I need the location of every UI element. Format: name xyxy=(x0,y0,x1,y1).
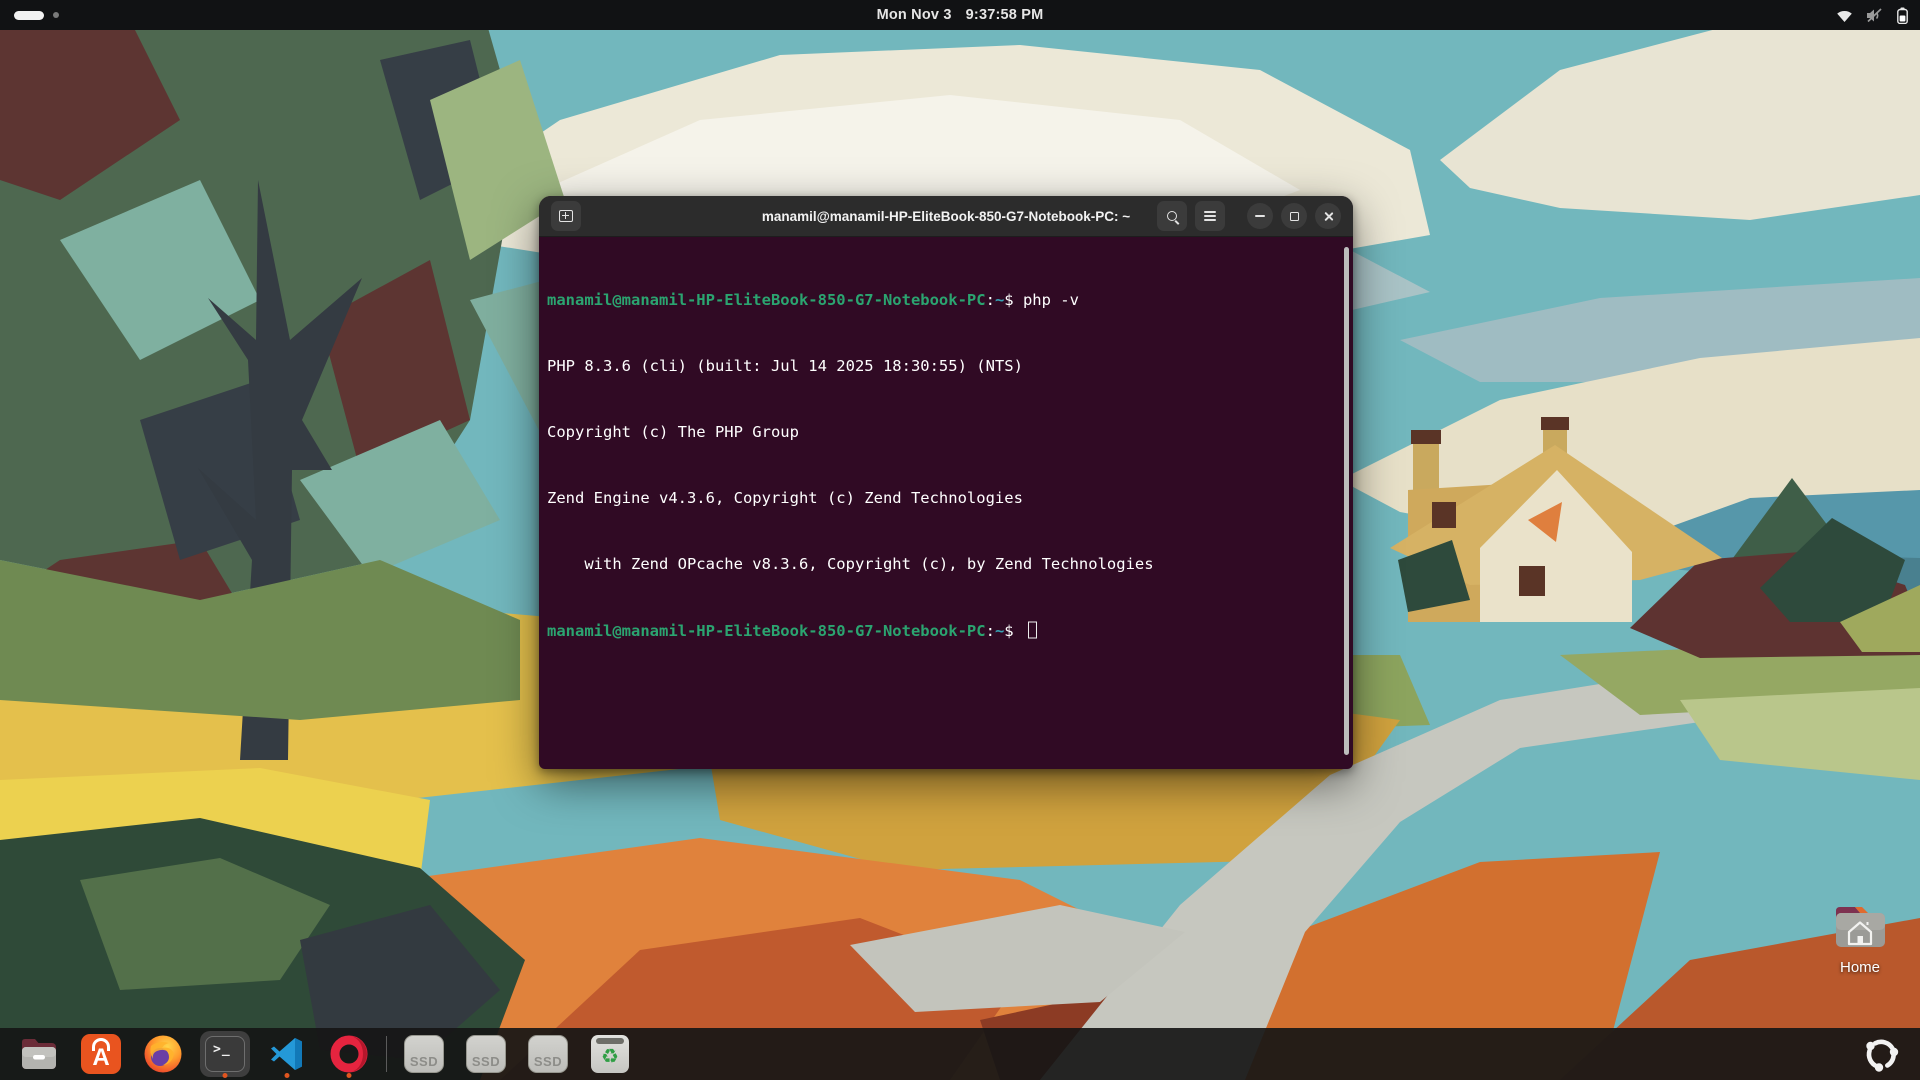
recycle-symbol-icon: ♻ xyxy=(591,1044,629,1070)
typed-command: php -v xyxy=(1023,291,1079,309)
desktop: Mon Nov 3 9:37:58 PM xyxy=(0,0,1920,1080)
search-icon xyxy=(1167,211,1177,221)
terminal-cursor xyxy=(1028,622,1037,639)
window-title: manamil@manamil-HP-EliteBook-850-G7-Note… xyxy=(762,209,1130,224)
show-apps-button[interactable] xyxy=(1850,1028,1912,1080)
ubuntu-logo-icon xyxy=(1861,1034,1901,1074)
terminal-output-line: PHP 8.3.6 (cli) (built: Jul 14 2025 18:3… xyxy=(547,355,1333,377)
maximize-button[interactable] xyxy=(1281,203,1307,229)
dock-item-files[interactable] xyxy=(8,1028,70,1080)
dock-item-terminal[interactable]: >_ xyxy=(194,1028,256,1080)
minimize-icon xyxy=(1255,215,1265,217)
hamburger-menu-icon xyxy=(1204,211,1216,221)
prompt-path: ~ xyxy=(995,622,1004,640)
prompt-user-host: manamil@manamil-HP-EliteBook-850-G7-Note… xyxy=(547,622,986,640)
terminal-output-line: Zend Engine v4.3.6, Copyright (c) Zend T… xyxy=(547,487,1333,509)
vscode-icon xyxy=(267,1034,307,1074)
workspace-inactive-dot[interactable] xyxy=(53,12,59,18)
terminal-window: manamil@manamil-HP-EliteBook-850-G7-Note… xyxy=(539,196,1353,769)
menu-button[interactable] xyxy=(1195,201,1225,231)
dock-item-opera[interactable] xyxy=(318,1028,380,1080)
terminal-line-prompt: manamil@manamil-HP-EliteBook-850-G7-Note… xyxy=(547,619,1333,641)
dock: A >_ xyxy=(0,1028,1920,1080)
battery-icon xyxy=(1897,7,1908,24)
trash-icon: ♻ xyxy=(591,1035,629,1073)
close-icon xyxy=(1323,211,1334,222)
workspace-active-pill[interactable] xyxy=(14,11,44,20)
prompt-path: ~ xyxy=(995,291,1004,309)
home-folder-icon xyxy=(1831,901,1889,951)
firefox-icon xyxy=(143,1034,183,1074)
close-button[interactable] xyxy=(1315,203,1341,229)
maximize-icon xyxy=(1290,212,1299,221)
new-tab-icon xyxy=(559,210,573,222)
wifi-icon xyxy=(1836,8,1853,23)
app-center-icon: A xyxy=(81,1034,121,1074)
dock-item-trash[interactable]: ♻ xyxy=(579,1028,641,1080)
minimize-button[interactable] xyxy=(1247,203,1273,229)
search-button[interactable] xyxy=(1157,201,1187,231)
files-folder-icon xyxy=(19,1034,59,1074)
terminal-output-line: Copyright (c) The PHP Group xyxy=(547,421,1333,443)
opera-icon xyxy=(329,1034,369,1074)
ssd-drive-icon: SSD xyxy=(404,1035,444,1073)
terminal-icon: >_ xyxy=(205,1036,245,1072)
dock-item-ssd-drive-2[interactable]: SSD xyxy=(455,1028,517,1080)
clock[interactable]: Mon Nov 3 9:37:58 PM xyxy=(877,7,1044,23)
clock-time: 9:37:58 PM xyxy=(966,7,1044,23)
ssd-drive-icon: SSD xyxy=(528,1035,568,1073)
clock-date: Mon Nov 3 xyxy=(877,7,952,23)
dock-item-firefox[interactable] xyxy=(132,1028,194,1080)
terminal-titlebar[interactable]: manamil@manamil-HP-EliteBook-850-G7-Note… xyxy=(539,196,1353,237)
terminal-output-line: with Zend OPcache v8.3.6, Copyright (c),… xyxy=(547,553,1333,575)
dock-item-ssd-drive-3[interactable]: SSD xyxy=(517,1028,579,1080)
desktop-icon-label: Home xyxy=(1826,959,1894,976)
terminal-line-command: manamil@manamil-HP-EliteBook-850-G7-Note… xyxy=(547,289,1333,311)
dock-item-app-center[interactable]: A xyxy=(70,1028,132,1080)
dock-item-vscode[interactable] xyxy=(256,1028,318,1080)
ssd-drive-icon: SSD xyxy=(466,1035,506,1073)
dock-divider xyxy=(386,1036,387,1072)
top-bar: Mon Nov 3 9:37:58 PM xyxy=(0,0,1920,30)
terminal-content[interactable]: manamil@manamil-HP-EliteBook-850-G7-Note… xyxy=(539,237,1353,769)
running-indicator-dot xyxy=(223,1073,228,1078)
new-tab-button[interactable] xyxy=(551,201,581,231)
desktop-icon-home[interactable]: Home xyxy=(1826,901,1894,976)
volume-muted-icon xyxy=(1866,8,1884,23)
prompt-user-host: manamil@manamil-HP-EliteBook-850-G7-Note… xyxy=(547,291,986,309)
workspace-indicator[interactable] xyxy=(14,11,59,20)
system-tray[interactable] xyxy=(1836,0,1908,30)
terminal-scrollbar[interactable] xyxy=(1344,247,1349,755)
dock-item-ssd-drive-1[interactable]: SSD xyxy=(393,1028,455,1080)
